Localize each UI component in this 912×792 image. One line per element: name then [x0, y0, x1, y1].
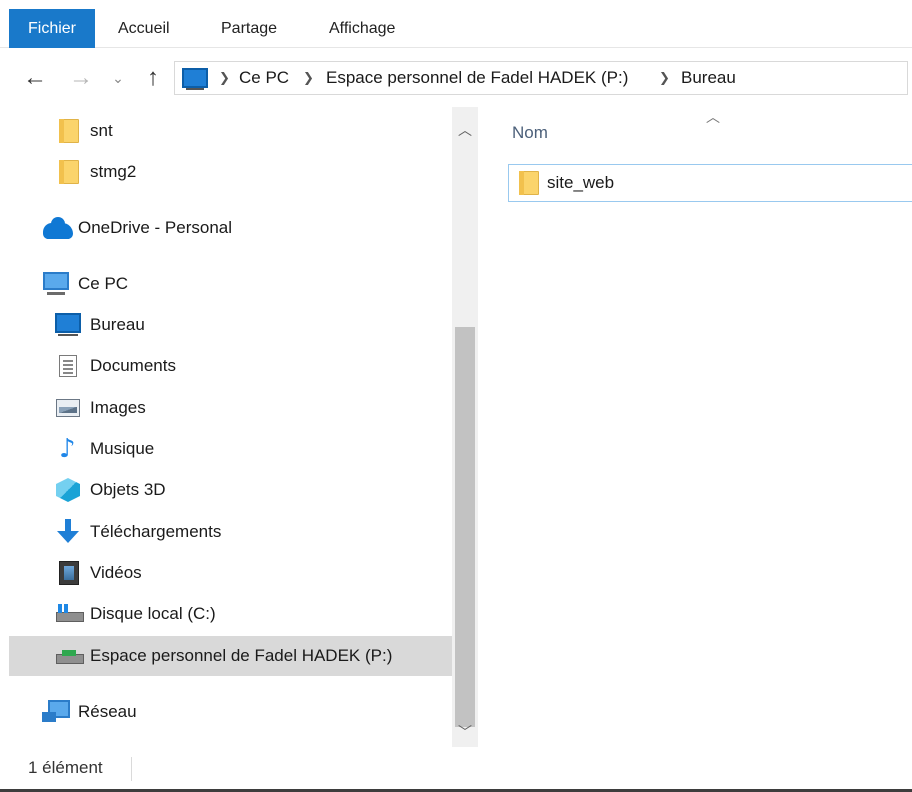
sidebar-item-bureau[interactable]: Bureau — [9, 305, 452, 345]
file-list-pane: ︿ Nom site_web — [478, 107, 912, 747]
sidebar-item-stmg2[interactable]: stmg2 — [9, 152, 452, 192]
desktop-icon — [182, 68, 208, 90]
sidebar-item-telechargements[interactable]: Téléchargements — [9, 512, 452, 552]
sidebar-item-label: OneDrive - Personal — [78, 218, 233, 237]
breadcrumb-separator-icon: ❯ — [659, 70, 670, 85]
sidebar-item-espace-personnel[interactable]: Espace personnel de Fadel HADEK (P:) — [9, 636, 452, 676]
sidebar-item-ce-pc[interactable]: Ce PC — [9, 264, 452, 304]
arrow-right-icon: → — [69, 64, 93, 91]
sidebar-item-label: Disque local (C:) — [90, 604, 216, 623]
tab-partage[interactable]: Partage — [207, 9, 291, 48]
sidebar-item-reseau[interactable]: Réseau — [9, 692, 452, 732]
status-divider — [131, 757, 132, 781]
desktop-icon — [55, 313, 81, 336]
sidebar-item-label: Bureau — [90, 315, 145, 334]
3d-objects-icon — [56, 478, 80, 502]
file-name: site_web — [547, 173, 615, 192]
address-bar[interactable]: ❯ Ce PC ❯ Espace personnel de Fadel HADE… — [174, 61, 908, 95]
breadcrumb-bureau[interactable]: Bureau — [681, 62, 736, 94]
breadcrumb-separator-icon: ❯ — [219, 70, 230, 85]
folder-icon — [519, 171, 539, 195]
chevron-down-icon: ⌄ — [112, 70, 124, 86]
sidebar-item-label: Téléchargements — [90, 522, 222, 541]
sidebar-item-label: snt — [90, 121, 113, 140]
navigation-pane: snt stmg2 OneDrive - Personal Ce PC Bure… — [9, 107, 452, 747]
item-count: 1 élément — [28, 758, 103, 777]
sidebar-item-disque-local[interactable]: Disque local (C:) — [9, 594, 452, 634]
tab-accueil[interactable]: Accueil — [104, 9, 184, 48]
sidebar-item-onedrive[interactable]: OneDrive - Personal — [9, 208, 452, 248]
local-disk-icon — [56, 604, 84, 624]
music-icon: ♪ — [59, 434, 76, 464]
folder-icon — [59, 119, 79, 143]
arrow-left-icon: ← — [23, 64, 47, 91]
scroll-up-button[interactable]: ︿ — [452, 115, 478, 145]
forward-button[interactable]: → — [66, 49, 96, 107]
tab-fichier[interactable]: Fichier — [9, 9, 95, 48]
network-drive-icon — [56, 646, 84, 666]
sidebar-item-label: Réseau — [78, 702, 137, 721]
onedrive-icon — [43, 217, 73, 239]
column-header-nom[interactable]: Nom — [512, 119, 548, 147]
chevron-up-icon: ︿ — [458, 122, 472, 138]
status-bar: 1 élément — [0, 747, 912, 792]
sidebar-item-label: Vidéos — [90, 563, 142, 582]
breadcrumb-separator-icon: ❯ — [303, 70, 314, 85]
sidebar-scrollbar[interactable]: ︿ ﹀ — [452, 107, 478, 747]
up-button[interactable]: ↑ — [138, 49, 168, 107]
sidebar-item-label: Objets 3D — [90, 480, 166, 499]
breadcrumb-espace-personnel[interactable]: Espace personnel de Fadel HADEK (P:) — [326, 62, 628, 94]
tab-affichage[interactable]: Affichage — [315, 9, 409, 48]
documents-icon — [59, 355, 77, 377]
folder-icon — [59, 160, 79, 184]
downloads-icon — [57, 519, 79, 545]
chevron-down-icon: ﹀ — [458, 724, 472, 740]
ribbon: Fichier Accueil Partage Affichage — [0, 0, 912, 48]
sidebar-item-label: Documents — [90, 356, 176, 375]
images-icon — [56, 399, 80, 417]
network-icon — [42, 700, 70, 724]
sidebar-item-musique[interactable]: ♪ Musique — [9, 429, 452, 469]
sidebar-item-label: stmg2 — [90, 162, 137, 181]
arrow-up-icon: ↑ — [147, 64, 159, 91]
sidebar-item-objets-3d[interactable]: Objets 3D — [9, 470, 452, 510]
sidebar-item-label: Musique — [90, 439, 155, 458]
file-item-site-web[interactable]: site_web — [508, 164, 912, 202]
scroll-down-button[interactable]: ﹀ — [452, 717, 478, 747]
computer-icon — [43, 272, 69, 295]
recent-locations-button[interactable]: ⌄ — [108, 49, 128, 107]
sidebar-item-snt[interactable]: snt — [9, 111, 452, 151]
sidebar-item-label: Espace personnel de Fadel HADEK (P:) — [90, 646, 393, 665]
sidebar-item-label: Ce PC — [78, 274, 129, 293]
sidebar-item-images[interactable]: Images — [9, 388, 452, 428]
chevron-up-icon: ︿ — [706, 109, 720, 125]
sidebar-item-documents[interactable]: Documents — [9, 346, 452, 386]
breadcrumb-ce-pc[interactable]: Ce PC — [239, 62, 289, 94]
sidebar-item-label: Images — [90, 398, 146, 417]
scrollbar-thumb[interactable] — [455, 327, 475, 727]
videos-icon — [59, 561, 79, 585]
sidebar-item-videos[interactable]: Vidéos — [9, 553, 452, 593]
navigation-bar: ← → ⌄ ↑ ❯ Ce PC ❯ Espace personnel de Fa… — [0, 49, 912, 107]
back-button[interactable]: ← — [18, 49, 52, 107]
